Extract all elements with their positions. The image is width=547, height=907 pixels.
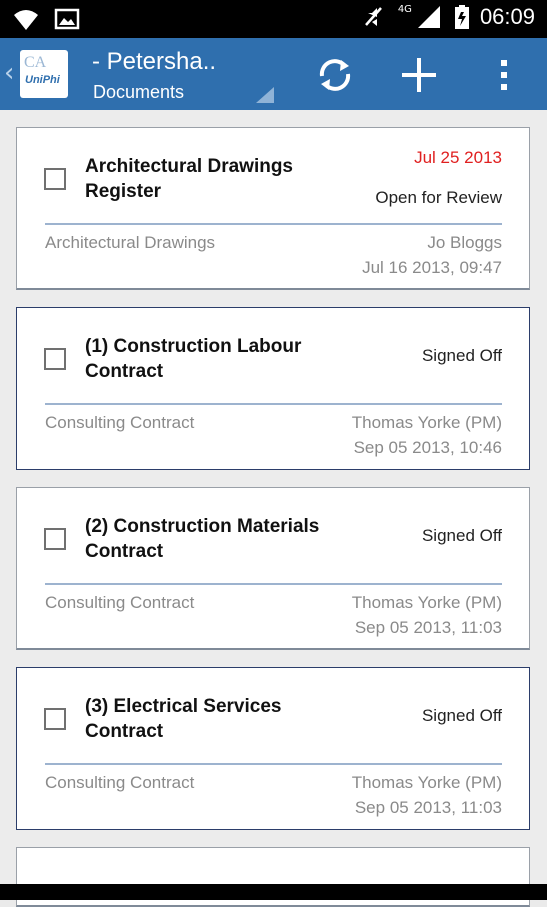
document-author: Thomas Yorke (PM) bbox=[351, 773, 502, 792]
document-author: Jo Bloggs bbox=[427, 233, 502, 252]
modified-date: Sep 05 2013, 11:03 bbox=[354, 618, 502, 637]
network-type-label: 4G bbox=[397, 3, 412, 15]
status-bar: 4G 06:09 bbox=[0, 0, 547, 38]
logo-mark: CA bbox=[24, 54, 47, 71]
select-checkbox[interactable] bbox=[44, 708, 66, 730]
document-type: Consulting Contract bbox=[45, 773, 195, 792]
modified-date: Sep 05 2013, 11:03 bbox=[354, 798, 502, 817]
document-type: Consulting Contract bbox=[45, 413, 195, 432]
document-card[interactable]: (1) Construction Labour Contract Signed … bbox=[16, 307, 530, 470]
divider bbox=[45, 403, 502, 405]
add-button[interactable] bbox=[398, 54, 440, 96]
divider bbox=[45, 583, 502, 585]
document-type: Architectural Drawings bbox=[45, 233, 216, 252]
document-status: Signed Off bbox=[421, 346, 502, 365]
signal-icon bbox=[416, 4, 444, 30]
document-title: (1) Construction Labour Contract bbox=[85, 336, 302, 382]
project-title[interactable]: - Petersha.. bbox=[92, 48, 216, 76]
image-icon bbox=[54, 6, 82, 32]
document-card[interactable]: Architectural Drawings Register Jul 25 2… bbox=[16, 127, 530, 290]
document-title: Architectural Drawings Register bbox=[85, 156, 293, 202]
dropdown-indicator-icon bbox=[256, 87, 274, 103]
modified-date: Sep 05 2013, 10:46 bbox=[353, 438, 502, 457]
wifi-icon bbox=[12, 6, 40, 32]
mute-icon bbox=[360, 4, 388, 30]
refresh-icon bbox=[319, 59, 351, 91]
select-checkbox[interactable] bbox=[44, 528, 66, 550]
document-title: (2) Construction Materials Contract bbox=[85, 516, 320, 562]
up-navigation-icon[interactable]: ‹ bbox=[4, 58, 14, 88]
document-list[interactable]: Architectural Drawings Register Jul 25 2… bbox=[0, 110, 547, 907]
document-status: Signed Off bbox=[421, 526, 502, 545]
logo-text: UniPhi bbox=[25, 74, 60, 86]
battery-icon bbox=[454, 4, 470, 30]
action-bar: ‹ CA UniPhi - Petersha.. Documents bbox=[0, 38, 547, 110]
document-title: (3) Electrical Services Contract bbox=[85, 696, 282, 742]
modified-date: Jul 16 2013, 09:47 bbox=[362, 258, 502, 277]
divider bbox=[45, 223, 502, 225]
add-icon bbox=[402, 58, 436, 92]
refresh-button[interactable] bbox=[314, 54, 356, 96]
document-status: Signed Off bbox=[421, 706, 502, 725]
document-type: Consulting Contract bbox=[45, 593, 195, 612]
document-card[interactable]: (2) Construction Materials Contract Sign… bbox=[16, 487, 530, 650]
select-checkbox[interactable] bbox=[44, 348, 66, 370]
section-dropdown[interactable]: Documents bbox=[93, 82, 184, 103]
clock-time: 06:09 bbox=[479, 4, 535, 29]
divider bbox=[45, 763, 502, 765]
overflow-menu-button[interactable] bbox=[490, 54, 518, 96]
select-checkbox[interactable] bbox=[44, 168, 66, 190]
bottom-edge bbox=[0, 884, 547, 900]
document-author: Thomas Yorke (PM) bbox=[351, 413, 502, 432]
due-date: Jul 25 2013 bbox=[414, 148, 502, 167]
overflow-menu-icon bbox=[501, 60, 507, 90]
document-author: Thomas Yorke (PM) bbox=[351, 593, 502, 612]
document-card[interactable]: (3) Electrical Services Contract Signed … bbox=[16, 667, 530, 830]
document-status: Open for Review bbox=[375, 188, 502, 207]
app-logo[interactable]: CA UniPhi bbox=[20, 50, 68, 98]
